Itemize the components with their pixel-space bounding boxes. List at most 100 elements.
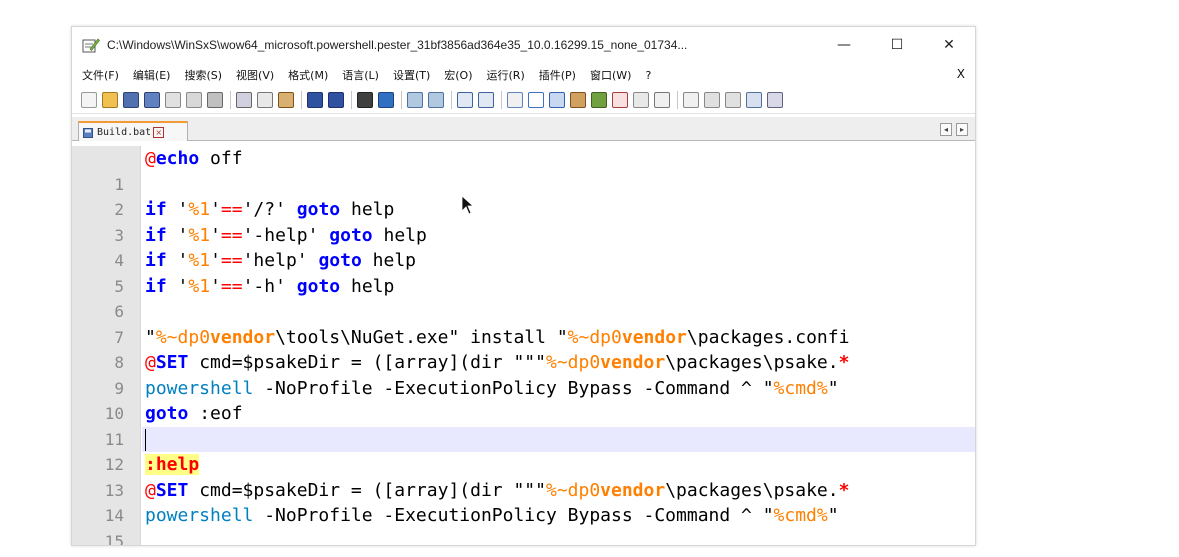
menu-search[interactable]: 搜索(S) [184, 67, 222, 83]
udl-icon[interactable] [570, 91, 586, 108]
menu-macro[interactable]: 宏(O) [444, 67, 472, 83]
code-line[interactable]: 2 [114, 172, 975, 219]
token: vendor [600, 479, 666, 501]
menu-plugins[interactable]: 插件(P) [539, 67, 576, 83]
code-line[interactable]: 7 [114, 299, 975, 347]
menu-window[interactable]: 窗口(W) [590, 67, 631, 83]
open-file-icon[interactable] [102, 91, 118, 108]
token: powershell [145, 377, 254, 399]
code-line[interactable]: 15 powershell -NoProfile -ExecutionPolic… [105, 503, 975, 545]
token: if [145, 199, 167, 220]
zoom-out-icon[interactable] [428, 91, 444, 108]
replace-icon[interactable] [378, 91, 394, 108]
line-number: 9 [114, 378, 124, 398]
tab-scroll-left-button[interactable]: ◂ [940, 123, 952, 136]
token: goto [318, 250, 362, 271]
menu-format[interactable]: 格式(M) [288, 67, 328, 83]
find-icon[interactable] [357, 91, 373, 108]
tab-label: Build.bat [97, 126, 152, 138]
editor-window: C:\Windows\WinSxS\wow64_microsoft.powers… [71, 26, 976, 546]
menu-view[interactable]: 视图(V) [236, 67, 274, 83]
code-editor[interactable]: 1 @echo off 2 3 if '%1'=='/?' goto help … [72, 146, 975, 545]
token: SET [155, 479, 189, 501]
token: * [838, 352, 850, 373]
doc-map-icon[interactable] [591, 91, 607, 108]
toolbar-separator [501, 90, 502, 109]
code-area[interactable]: 1 @echo off 2 3 if '%1'=='/?' goto help … [105, 146, 975, 545]
menu-help[interactable]: ? [645, 69, 651, 82]
paste-icon[interactable] [278, 91, 294, 108]
play-macro-icon[interactable] [725, 91, 741, 108]
print-icon[interactable] [207, 91, 223, 108]
menu-file[interactable]: 文件(F) [82, 67, 119, 83]
code-line[interactable]: 4 if '%1'=='-help' goto help [114, 223, 975, 271]
copy-icon[interactable] [257, 91, 273, 108]
undo-icon[interactable] [307, 91, 323, 108]
code-line[interactable]: 13 :help [105, 452, 975, 500]
run-macro-multiple-icon[interactable] [746, 91, 762, 108]
text-caret [145, 428, 146, 451]
record-macro-icon[interactable] [683, 91, 699, 108]
close-all-icon[interactable] [186, 91, 202, 108]
code-line[interactable]: 6 if '%1'=='-h' goto help [114, 274, 975, 322]
folder-as-workspace-icon[interactable] [633, 91, 649, 108]
monitoring-icon[interactable] [654, 91, 670, 108]
toolbar-separator [230, 90, 231, 109]
token: powershell [145, 505, 254, 526]
code-line[interactable]: 1 @echo off [114, 146, 975, 194]
indent-guide-icon[interactable] [549, 91, 565, 108]
close-file-icon[interactable] [165, 91, 181, 108]
token: ' [210, 250, 221, 271]
code-line[interactable]: 11 goto :eof [105, 401, 975, 449]
tab-scroll-right-button[interactable]: ▸ [956, 123, 968, 136]
toolbar-separator [677, 90, 678, 109]
file-icon [83, 123, 93, 142]
code-line[interactable]: 8 "%~dp0vendor\tools\NuGet.exe" install … [114, 325, 975, 373]
cut-icon[interactable] [236, 91, 252, 108]
code-line[interactable]: 10 powershell -NoProfile -ExecutionPolic… [105, 376, 975, 424]
close-button[interactable]: ✕ [934, 34, 964, 56]
save-all-icon[interactable] [144, 91, 160, 108]
tab-close-icon[interactable]: × [153, 126, 165, 138]
line-number: 3 [114, 225, 124, 245]
close-document-button[interactable]: X [957, 67, 965, 81]
token: '-h' [242, 275, 286, 297]
token: -NoProfile -ExecutionPolicy Bypass -Comm… [253, 505, 774, 526]
code-line[interactable]: 9 @SET cmd=$psakeDir = ([array](dir """%… [114, 350, 975, 398]
token: help [340, 275, 395, 297]
save-icon[interactable] [123, 91, 139, 108]
line-number: 5 [114, 276, 124, 296]
menu-edit[interactable]: 编辑(E) [133, 67, 171, 83]
token: if [145, 224, 167, 246]
token: '/?' [242, 199, 286, 220]
title-bar[interactable]: C:\Windows\WinSxS\wow64_microsoft.powers… [72, 27, 975, 63]
redo-icon[interactable] [328, 91, 344, 108]
show-all-chars-icon[interactable] [528, 91, 544, 108]
token: @ [145, 479, 156, 501]
stop-macro-icon[interactable] [704, 91, 720, 108]
zoom-in-icon[interactable] [407, 91, 423, 108]
code-line[interactable]: 3 if '%1'=='/?' goto help [114, 197, 975, 245]
new-file-icon[interactable] [81, 91, 97, 108]
minimize-button[interactable]: — [829, 34, 859, 56]
token: %1 [188, 199, 211, 220]
sync-vertical-icon[interactable] [457, 91, 473, 108]
token: vendor [621, 326, 687, 348]
line-number: 6 [114, 302, 124, 321]
code-line[interactable]: 5 if '%1'=='help' goto help [114, 248, 975, 296]
code-line-current[interactable]: 12 [105, 426, 975, 474]
save-macro-icon[interactable] [767, 91, 783, 108]
function-list-icon[interactable] [612, 91, 628, 108]
tab-build-bat[interactable]: Build.bat × [78, 121, 188, 141]
menu-settings[interactable]: 设置(T) [393, 67, 430, 83]
maximize-button[interactable]: ☐ [882, 34, 912, 56]
code-line[interactable]: 14 @SET cmd=$psakeDir = ([array](dir """… [105, 478, 975, 526]
token: :help [145, 454, 200, 475]
menu-run[interactable]: 运行(R) [487, 67, 525, 83]
menu-language[interactable]: 语言(L) [342, 67, 379, 83]
word-wrap-icon[interactable] [507, 91, 523, 108]
line-number: 11 [104, 429, 124, 449]
token: cmd=$psakeDir = ([array](dir """ [188, 479, 546, 501]
sync-horizontal-icon[interactable] [478, 91, 494, 108]
token: vendor [600, 352, 666, 373]
